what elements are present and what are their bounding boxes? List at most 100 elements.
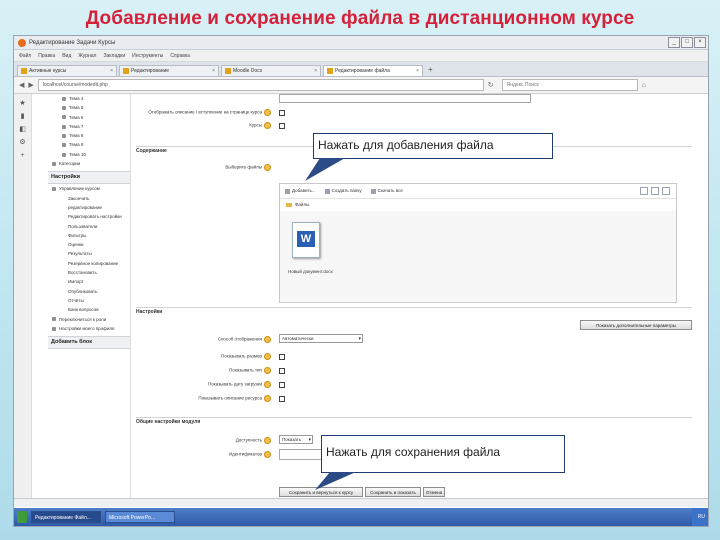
browser-tab-active[interactable]: Редактирование файла × (323, 65, 423, 76)
add-file-button[interactable]: Добавить... (285, 188, 316, 194)
menu-item[interactable]: Правка (38, 53, 55, 59)
idnumber-input[interactable] (279, 449, 325, 460)
file-drop-area[interactable]: W Новый документ.docx (280, 211, 676, 301)
sidebar-item[interactable]: Резервное копирование (48, 259, 130, 268)
sidebar-item[interactable]: Восстановить (48, 268, 130, 277)
sidebar-item[interactable]: Переключиться к роли (48, 315, 130, 324)
sidebar-item[interactable]: Опубликовать (48, 287, 130, 296)
help-icon[interactable] (264, 437, 271, 444)
reload-icon[interactable]: ↻ (488, 81, 494, 89)
chevron-down-icon: ▾ (308, 437, 311, 443)
back-icon[interactable]: ◀ (19, 81, 24, 89)
sidebar-item[interactable]: Фильтры (48, 231, 130, 240)
sidebar-topic[interactable]: Тема 4 (48, 94, 130, 103)
star-icon[interactable]: ★ (19, 100, 26, 107)
tab-close-icon[interactable]: × (110, 68, 113, 74)
word-document-icon[interactable]: W (292, 222, 320, 258)
address-bar[interactable]: localhost/course/modedit.php (37, 79, 484, 91)
sidebar-item[interactable]: Закончить (48, 194, 130, 203)
home-icon[interactable]: ⌂ (642, 82, 646, 89)
show-more-button[interactable]: Показать дополнительные параметры (580, 320, 692, 330)
visibility-select[interactable]: Показать ▾ (279, 435, 313, 444)
menu-item[interactable]: Вид (62, 53, 71, 59)
help-icon[interactable] (264, 451, 271, 458)
download-icon (370, 188, 376, 194)
browser-tab[interactable]: Moodle Docs × (221, 65, 321, 76)
tab-close-icon[interactable]: × (314, 68, 317, 74)
field-label: Показывать дату загрузки (141, 381, 271, 388)
browser-tab[interactable]: Редактирование × (119, 65, 219, 76)
icon-view-icon[interactable] (640, 187, 648, 195)
search-input[interactable]: Яндекс.Поиск (501, 79, 638, 91)
show-date-checkbox[interactable] (279, 382, 285, 388)
new-tab-icon[interactable]: + (428, 65, 433, 74)
show-size-checkbox[interactable] (279, 354, 285, 360)
file-name[interactable]: Новый документ.docx (288, 269, 333, 274)
menu-item[interactable]: Закладки (103, 53, 125, 59)
tab-label: Редактирование (131, 68, 170, 74)
tab-close-icon[interactable]: × (416, 68, 419, 74)
save-return-button[interactable]: Сохранить и вернуться к курсу (279, 487, 363, 497)
menu-item[interactable]: Справка (170, 53, 190, 59)
sidebar-topic[interactable]: Тема 8 (48, 131, 130, 140)
tab-close-icon[interactable]: × (212, 68, 215, 74)
create-folder-button[interactable]: Создать папку (324, 188, 362, 194)
show-description-resource-checkbox[interactable] (279, 396, 285, 402)
course-checkbox[interactable] (279, 123, 285, 129)
sidebar-item[interactable]: Импорт (48, 277, 130, 286)
display-select[interactable]: Автоматически ▾ (279, 334, 363, 343)
sidebar-topic[interactable]: Тема 7 (48, 122, 130, 131)
help-icon[interactable] (264, 381, 271, 388)
help-icon[interactable] (264, 367, 271, 374)
browser-tab[interactable]: Активные курсы × (17, 65, 117, 76)
list-view-icon[interactable] (651, 187, 659, 195)
help-icon[interactable] (264, 109, 271, 116)
start-button[interactable] (17, 511, 27, 523)
cancel-button[interactable]: Отмена (423, 487, 445, 497)
sidebar-topic[interactable]: Категории (48, 159, 130, 168)
help-icon[interactable] (264, 353, 271, 360)
sidebar-item[interactable]: Настройки моего профиля (48, 324, 130, 333)
folder-icon (324, 188, 330, 194)
menu-item[interactable]: Журнал (78, 53, 96, 59)
help-icon[interactable] (264, 122, 271, 129)
history-icon[interactable]: ◧ (19, 126, 26, 133)
tree-view-icon[interactable] (662, 187, 670, 195)
save-show-button[interactable]: Сохранить и показать (365, 487, 421, 497)
sidebar-item[interactable]: редактирование (48, 203, 130, 212)
bookmark-icon[interactable]: ▮ (19, 113, 26, 120)
description-textarea[interactable] (279, 94, 531, 103)
close-icon[interactable]: × (694, 37, 706, 48)
sidebar-item[interactable]: Банк вопросов (48, 305, 130, 314)
taskbar-item[interactable]: Редактирование Файл... (31, 511, 101, 523)
sidebar-item[interactable]: Редактировать настройки (48, 212, 130, 221)
help-icon[interactable] (264, 395, 271, 402)
tab-label: Moodle Docs (233, 68, 263, 74)
field-label: Способ отображения (141, 336, 271, 343)
sidebar-topic[interactable]: Тема 10 (48, 150, 130, 159)
menu-item[interactable]: Файл (19, 53, 31, 59)
file-manager-path[interactable]: Файлы (280, 199, 676, 211)
gear-icon[interactable]: ⚙ (19, 139, 26, 146)
taskbar-item[interactable]: Microsoft PowerPo... (105, 511, 175, 523)
download-all-button[interactable]: Скачать все (370, 188, 403, 194)
minimize-icon[interactable]: _ (668, 37, 680, 48)
sidebar-item[interactable]: Управление курсом (48, 184, 130, 193)
show-description-checkbox[interactable] (279, 110, 285, 116)
show-type-checkbox[interactable] (279, 368, 285, 374)
sidebar-topic[interactable]: Тема 9 (48, 140, 130, 149)
sidebar-topic[interactable]: Тема 5 (48, 103, 130, 112)
help-icon[interactable] (264, 336, 271, 343)
sidebar-topic[interactable]: Тема 6 (48, 113, 130, 122)
menu-item[interactable]: Инструменты (132, 53, 163, 59)
sidebar-item[interactable]: Результаты (48, 249, 130, 258)
add-icon[interactable]: + (19, 152, 26, 159)
forward-icon[interactable]: ▶ (28, 81, 33, 89)
sidebar-item[interactable]: Пользователи (48, 222, 130, 231)
add-block-title[interactable]: Добавить блок (48, 336, 130, 350)
status-bar (14, 498, 708, 507)
help-icon[interactable] (264, 164, 271, 171)
sidebar-item[interactable]: Отчёты (48, 296, 130, 305)
sidebar-item[interactable]: Оценки (48, 240, 130, 249)
maximize-icon[interactable]: □ (681, 37, 693, 48)
